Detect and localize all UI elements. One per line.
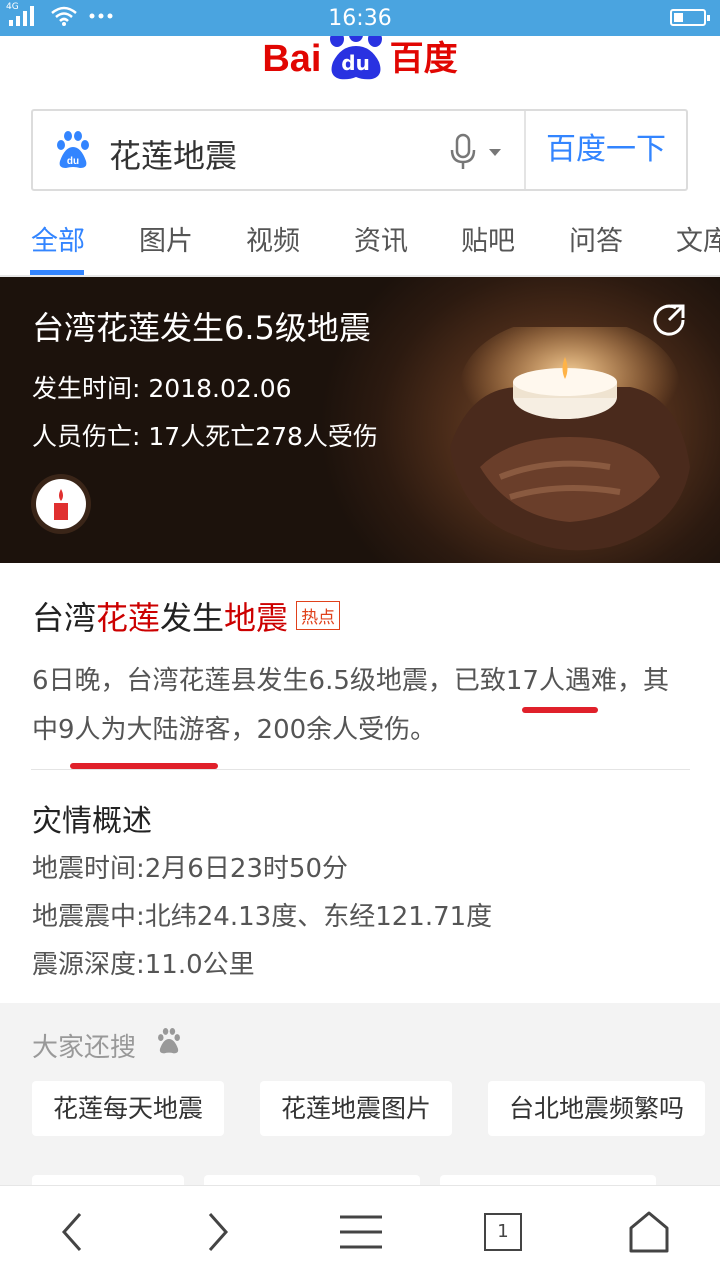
hot-badge: 热点 [296, 601, 341, 630]
light-candle-button[interactable] [31, 474, 91, 534]
browser-bottom-nav: 1 [0, 1185, 720, 1281]
event-casualty-row: 人员伤亡: 17人死亡278人受伤 [32, 417, 378, 453]
tab-qa[interactable]: 问答 [569, 219, 623, 258]
overview-label: 地震时间: [32, 854, 145, 884]
baidu-logo[interactable]: Bai du 百度 [0, 36, 720, 82]
related-searches: 大家还搜 花莲每天地震 花莲地震图片 台北地震频繁吗 [0, 1003, 720, 1195]
svg-text:du: du [67, 156, 79, 167]
candle-icon [54, 489, 68, 520]
annotation-underline [522, 707, 598, 713]
section-divider [31, 769, 690, 770]
tab-images[interactable]: 图片 [139, 219, 193, 258]
overview-value: 北纬24.13度、东经121.71度 [144, 902, 493, 932]
tab-videos[interactable]: 视频 [246, 219, 300, 258]
event-casualty-label: 人员伤亡: [32, 422, 141, 451]
related-searches-title: 大家还搜 [32, 1033, 137, 1063]
headline-part: 台湾 [32, 599, 97, 637]
overview-value: 11.0公里 [144, 950, 255, 980]
forward-icon[interactable] [204, 1208, 232, 1256]
tab-tieba[interactable]: 贴吧 [461, 219, 515, 258]
back-icon[interactable] [58, 1208, 86, 1256]
tab-wenku[interactable]: 文库 [676, 219, 720, 258]
overview-row: 地震震中:北纬24.13度、东经121.71度 [32, 896, 492, 933]
event-title: 台湾花莲发生6.5级地震 [32, 309, 371, 347]
event-casualty-value: 17人死亡278人受伤 [148, 422, 378, 451]
overview-label: 地震震中: [32, 902, 145, 932]
voice-dropdown-icon[interactable] [489, 149, 501, 156]
overview-label: 震源深度: [32, 950, 145, 980]
logo-text-baidu: 百度 [389, 39, 458, 79]
event-time-value: 2018.02.06 [148, 374, 292, 403]
event-time-label: 发生时间: [32, 374, 141, 403]
overview-row: 地震时间:2月6日23时50分 [32, 848, 348, 885]
headline-keyword: 花莲 [96, 599, 161, 637]
share-icon[interactable] [652, 303, 686, 337]
overview-title: 灾情概述 [32, 804, 152, 839]
home-icon[interactable] [628, 1210, 670, 1254]
tab-news[interactable]: 资讯 [354, 219, 408, 258]
search-input[interactable]: 花莲地震 [109, 131, 237, 177]
event-time-row: 发生时间: 2018.02.06 [32, 369, 292, 405]
battery-icon [670, 9, 710, 26]
tabs-count: 1 [497, 1221, 509, 1242]
search-box: du 花莲地震 百度一下 [31, 109, 688, 191]
logo-paw-du: du [327, 36, 385, 82]
related-search-chip[interactable]: 花莲每天地震 [32, 1081, 225, 1136]
baidu-paw-icon: du [57, 131, 89, 168]
menu-icon[interactable] [338, 1214, 384, 1250]
related-search-chip[interactable]: 台北地震频繁吗 [488, 1081, 706, 1136]
overview-value: 2月6日23时50分 [144, 854, 349, 884]
news-headline[interactable]: 台湾花莲发生地震 热点 [32, 593, 341, 639]
tab-all[interactable]: 全部 [31, 219, 85, 258]
overview-row: 震源深度:11.0公里 [32, 944, 255, 981]
microphone-icon[interactable] [449, 133, 477, 171]
clock: 16:36 [328, 6, 392, 31]
headline-part: 发生 [160, 599, 225, 637]
tabs-count-button[interactable]: 1 [484, 1213, 522, 1251]
news-summary: 6日晚，台湾花莲县发生6.5级地震，已致17人遇难，其中9人为大陆游客，200余… [32, 666, 669, 745]
related-search-chip[interactable]: 花莲地震图片 [260, 1081, 453, 1136]
baidu-paw-icon [158, 1028, 180, 1054]
candle-hands-image [450, 327, 690, 551]
search-tabs: 全部 图片 视频 资讯 贴吧 问答 文库 [0, 205, 720, 275]
status-bar: 4G 16:36 [0, 0, 720, 36]
logo-text-bai: Bai [262, 38, 322, 80]
headline-keyword: 地震 [224, 599, 289, 637]
event-hero-card[interactable]: 台湾花莲发生6.5级地震 发生时间: 2018.02.06 人员伤亡: 17人死… [0, 277, 720, 563]
search-button[interactable]: 百度一下 [526, 111, 686, 189]
